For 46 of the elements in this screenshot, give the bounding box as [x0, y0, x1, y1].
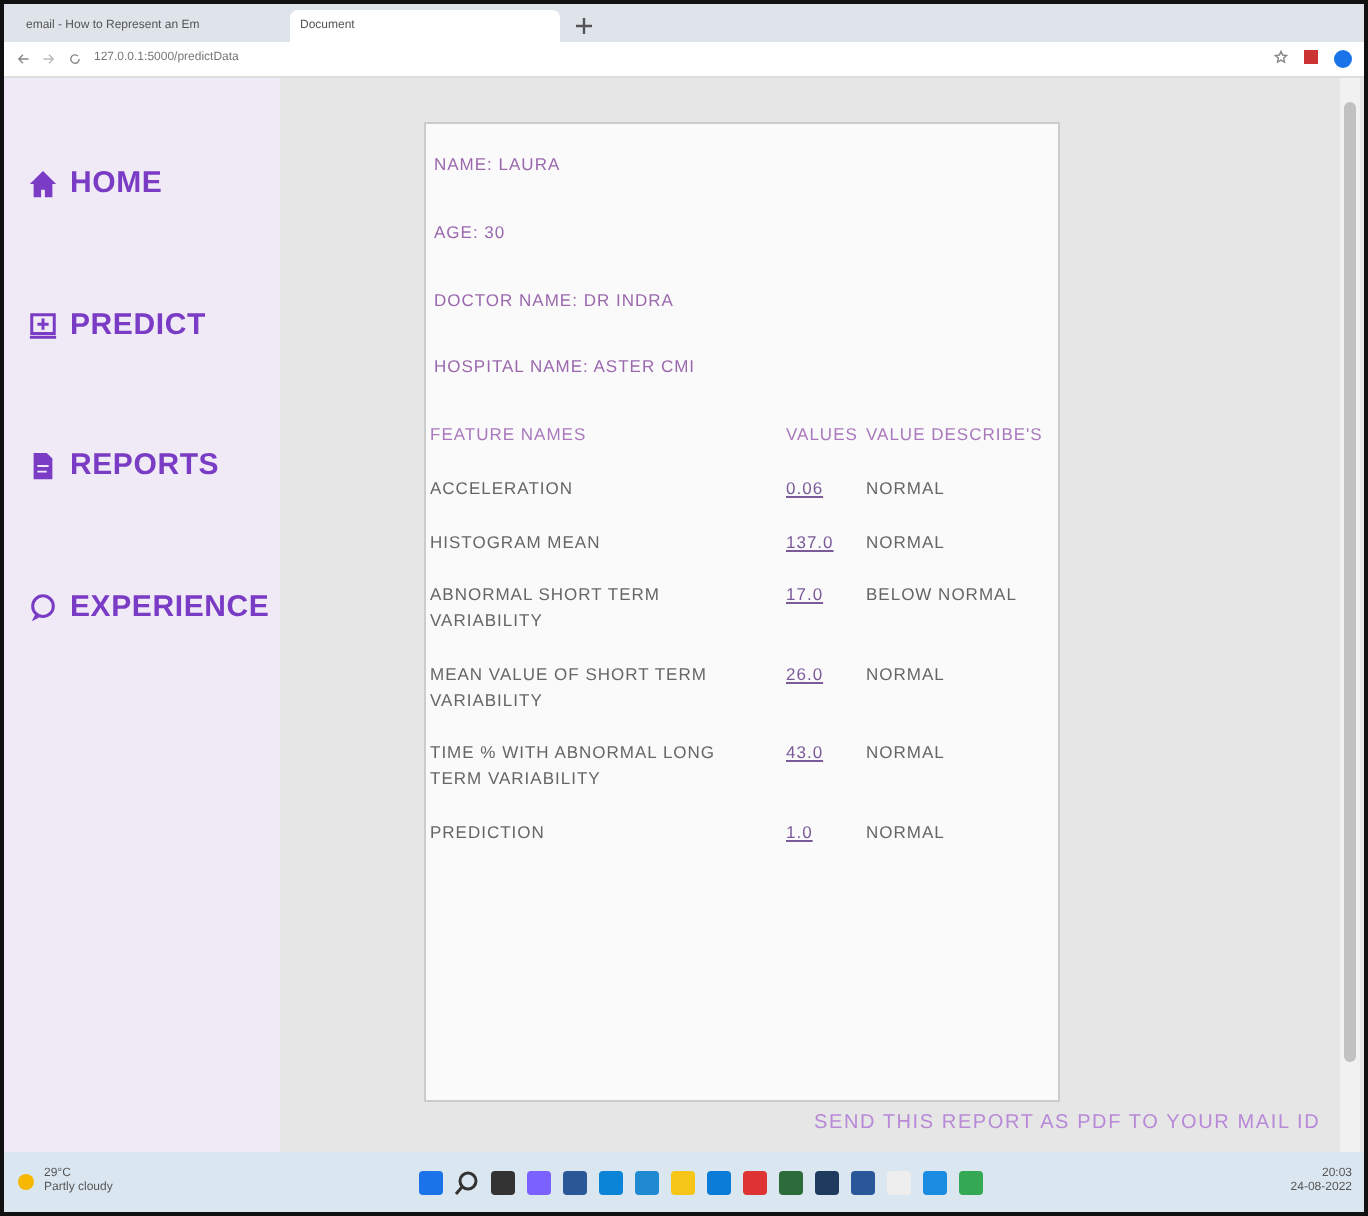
taskbar-app-icon[interactable] — [850, 1169, 877, 1195]
document-icon — [28, 450, 58, 483]
feature-name: ABNORMAL SHORT TERM VARIABILITY — [430, 582, 662, 634]
feature-name: HISTOGRAM MEAN — [430, 529, 603, 555]
taskbar-app-icon[interactable] — [814, 1169, 841, 1195]
sidebar-item[interactable]: REPORTS — [28, 444, 220, 489]
patient-detail: HOSPITAL NAME: ASTER CMI — [434, 354, 698, 380]
feature-name: ACCELERATION — [430, 475, 575, 501]
column-header: FEATURE NAMES — [430, 422, 589, 448]
feature-value: 0.06 — [786, 475, 826, 501]
taskbar-app-icon[interactable] — [562, 1169, 589, 1195]
feature-value: 137.0 — [786, 529, 836, 555]
feature-name: PREDICTION — [430, 819, 547, 845]
star-icon[interactable] — [1274, 50, 1288, 64]
forward-icon[interactable] — [42, 52, 56, 66]
search-icon[interactable] — [454, 1169, 481, 1195]
taskbar-app-icon[interactable] — [490, 1169, 517, 1195]
patient-detail: AGE: 30 — [434, 219, 508, 245]
back-icon[interactable] — [16, 52, 30, 66]
value-description: NORMAL — [866, 740, 947, 767]
feature-name: MEAN VALUE OF SHORT TERM VARIABILITY — [430, 661, 709, 713]
new-tab-icon[interactable] — [576, 18, 592, 34]
feature-value: 43.0 — [786, 740, 826, 767]
chat-bubble-icon — [28, 591, 58, 624]
sidebar-item[interactable]: EXPERIENCE — [28, 585, 270, 630]
profile-icon[interactable] — [1334, 50, 1352, 68]
reload-icon[interactable] — [68, 52, 82, 66]
patient-detail: NAME: LAURA — [434, 152, 563, 178]
feature-value: 1.0 — [786, 819, 815, 845]
column-header: VALUE DESCRIBE'S — [866, 422, 1045, 448]
scrollbar[interactable] — [1340, 78, 1360, 1152]
feature-name: TIME % WITH ABNORMAL LONG TERM VARIABILITY — [430, 740, 718, 792]
value-description: NORMAL — [866, 529, 947, 555]
column-header: VALUES — [786, 422, 860, 448]
feature-value: 17.0 — [786, 582, 826, 609]
feature-value: 26.0 — [786, 661, 826, 688]
value-description: NORMAL — [866, 819, 947, 845]
sidebar-item[interactable]: HOME — [28, 162, 163, 207]
taskbar-app-icon[interactable] — [778, 1169, 805, 1195]
sidebar-item[interactable]: PREDICT — [28, 303, 206, 348]
home-icon — [28, 168, 58, 201]
value-description: BELOW NORMAL — [866, 582, 1019, 609]
monitor-icon — [28, 309, 58, 342]
value-description: NORMAL — [866, 661, 947, 688]
value-description: NORMAL — [866, 475, 947, 501]
patient-detail: DOCTOR NAME: DR INDRA — [434, 287, 676, 313]
